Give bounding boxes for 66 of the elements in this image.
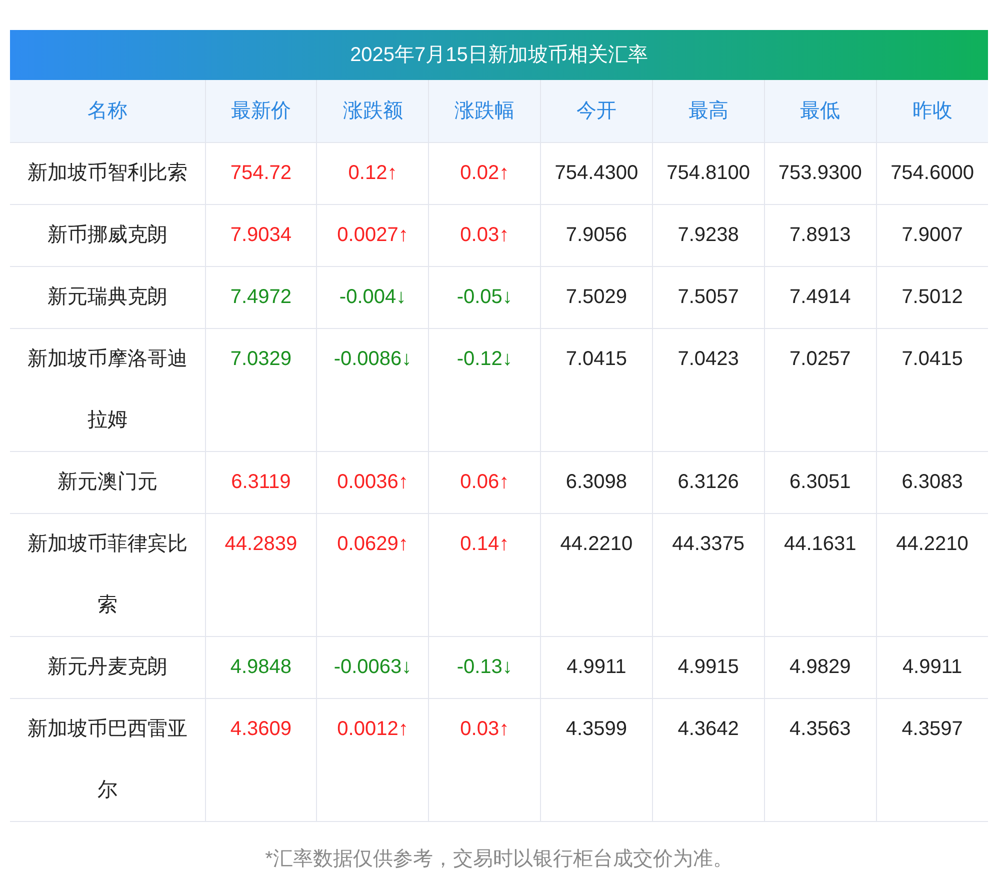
table-cell: 7.0423 (652, 328, 764, 451)
table-cell: 4.3599 (540, 698, 652, 821)
table-cell: 0.0629↑ (316, 513, 429, 636)
column-header: 涨跌幅 (428, 80, 541, 142)
column-header: 名称 (10, 80, 205, 142)
table-cell: 7.5029 (540, 266, 652, 328)
table-cell: 6.3119 (205, 451, 317, 513)
table-cell: 7.9034 (205, 204, 317, 266)
table-cell: -0.12↓ (428, 328, 541, 451)
currency-pair-name: 新加坡币智利比索 (10, 142, 205, 204)
table-cell: 754.72 (205, 142, 317, 204)
table-cell: 44.3375 (652, 513, 764, 636)
table-cell: 0.0012↑ (316, 698, 429, 821)
table-cell: 0.0036↑ (316, 451, 429, 513)
currency-pair-name: 新加坡币菲律宾比索 (10, 513, 205, 636)
table-cell: 0.06↑ (428, 451, 541, 513)
currency-pair-name: 新加坡币摩洛哥迪拉姆 (10, 328, 205, 451)
table-cell: 7.0415 (540, 328, 652, 451)
table-cell: 6.3126 (652, 451, 764, 513)
table-cell: 44.2210 (540, 513, 652, 636)
table-cell: 4.3609 (205, 698, 317, 821)
table-cell: 0.03↑ (428, 204, 541, 266)
table-cell: 0.14↑ (428, 513, 541, 636)
currency-pair-name: 新元丹麦克朗 (10, 636, 205, 698)
table-cell: 4.9829 (764, 636, 876, 698)
currency-pair-name: 新元瑞典克朗 (10, 266, 205, 328)
table-cell: 7.0257 (764, 328, 876, 451)
table-cell: 0.12↑ (316, 142, 429, 204)
footnote: *汇率数据仅供参考，交易时以银行柜台成交价为准。 (264, 846, 734, 872)
column-header: 昨收 (876, 80, 988, 142)
currency-pair-name: 新元澳门元 (10, 451, 205, 513)
table-cell: 7.0329 (205, 328, 317, 451)
table-cell: 754.4300 (540, 142, 652, 204)
table-cell: 7.4914 (764, 266, 876, 328)
table-cell: 0.03↑ (428, 698, 541, 821)
table-cell: 44.2839 (205, 513, 317, 636)
column-header: 今开 (540, 80, 652, 142)
table-cell: 7.5057 (652, 266, 764, 328)
table-cell: 6.3051 (764, 451, 876, 513)
table-cell: 44.1631 (764, 513, 876, 636)
column-header: 涨跌额 (316, 80, 429, 142)
table-cell: 7.9056 (540, 204, 652, 266)
currency-pair-name: 新币挪威克朗 (10, 204, 205, 266)
column-header: 最新价 (205, 80, 317, 142)
table-cell: 4.9848 (205, 636, 317, 698)
table-cell: 754.8100 (652, 142, 764, 204)
table-cell: 753.9300 (764, 142, 876, 204)
table-cell: 4.3563 (764, 698, 876, 821)
table-cell: 7.8913 (764, 204, 876, 266)
currency-pair-name: 新加坡币巴西雷亚尔 (10, 698, 205, 821)
column-header: 最高 (652, 80, 764, 142)
table-cell: 0.02↑ (428, 142, 541, 204)
table-title: 2025年7月15日新加坡币相关汇率 (10, 30, 988, 80)
table-cell: -0.004↓ (316, 266, 429, 328)
table-cell: 6.3098 (540, 451, 652, 513)
table-cell: 4.9911 (540, 636, 652, 698)
column-header: 最低 (764, 80, 876, 142)
table-cell: 7.4972 (205, 266, 317, 328)
table-cell: -0.0063↓ (316, 636, 429, 698)
table-cell: 4.9915 (652, 636, 764, 698)
table-cell: 0.0027↑ (316, 204, 429, 266)
table-cell: 4.3642 (652, 698, 764, 821)
table-cell: 7.9238 (652, 204, 764, 266)
table-cell: -0.05↓ (428, 266, 541, 328)
table-cell: -0.0086↓ (316, 328, 429, 451)
table-cell: -0.13↓ (428, 636, 541, 698)
